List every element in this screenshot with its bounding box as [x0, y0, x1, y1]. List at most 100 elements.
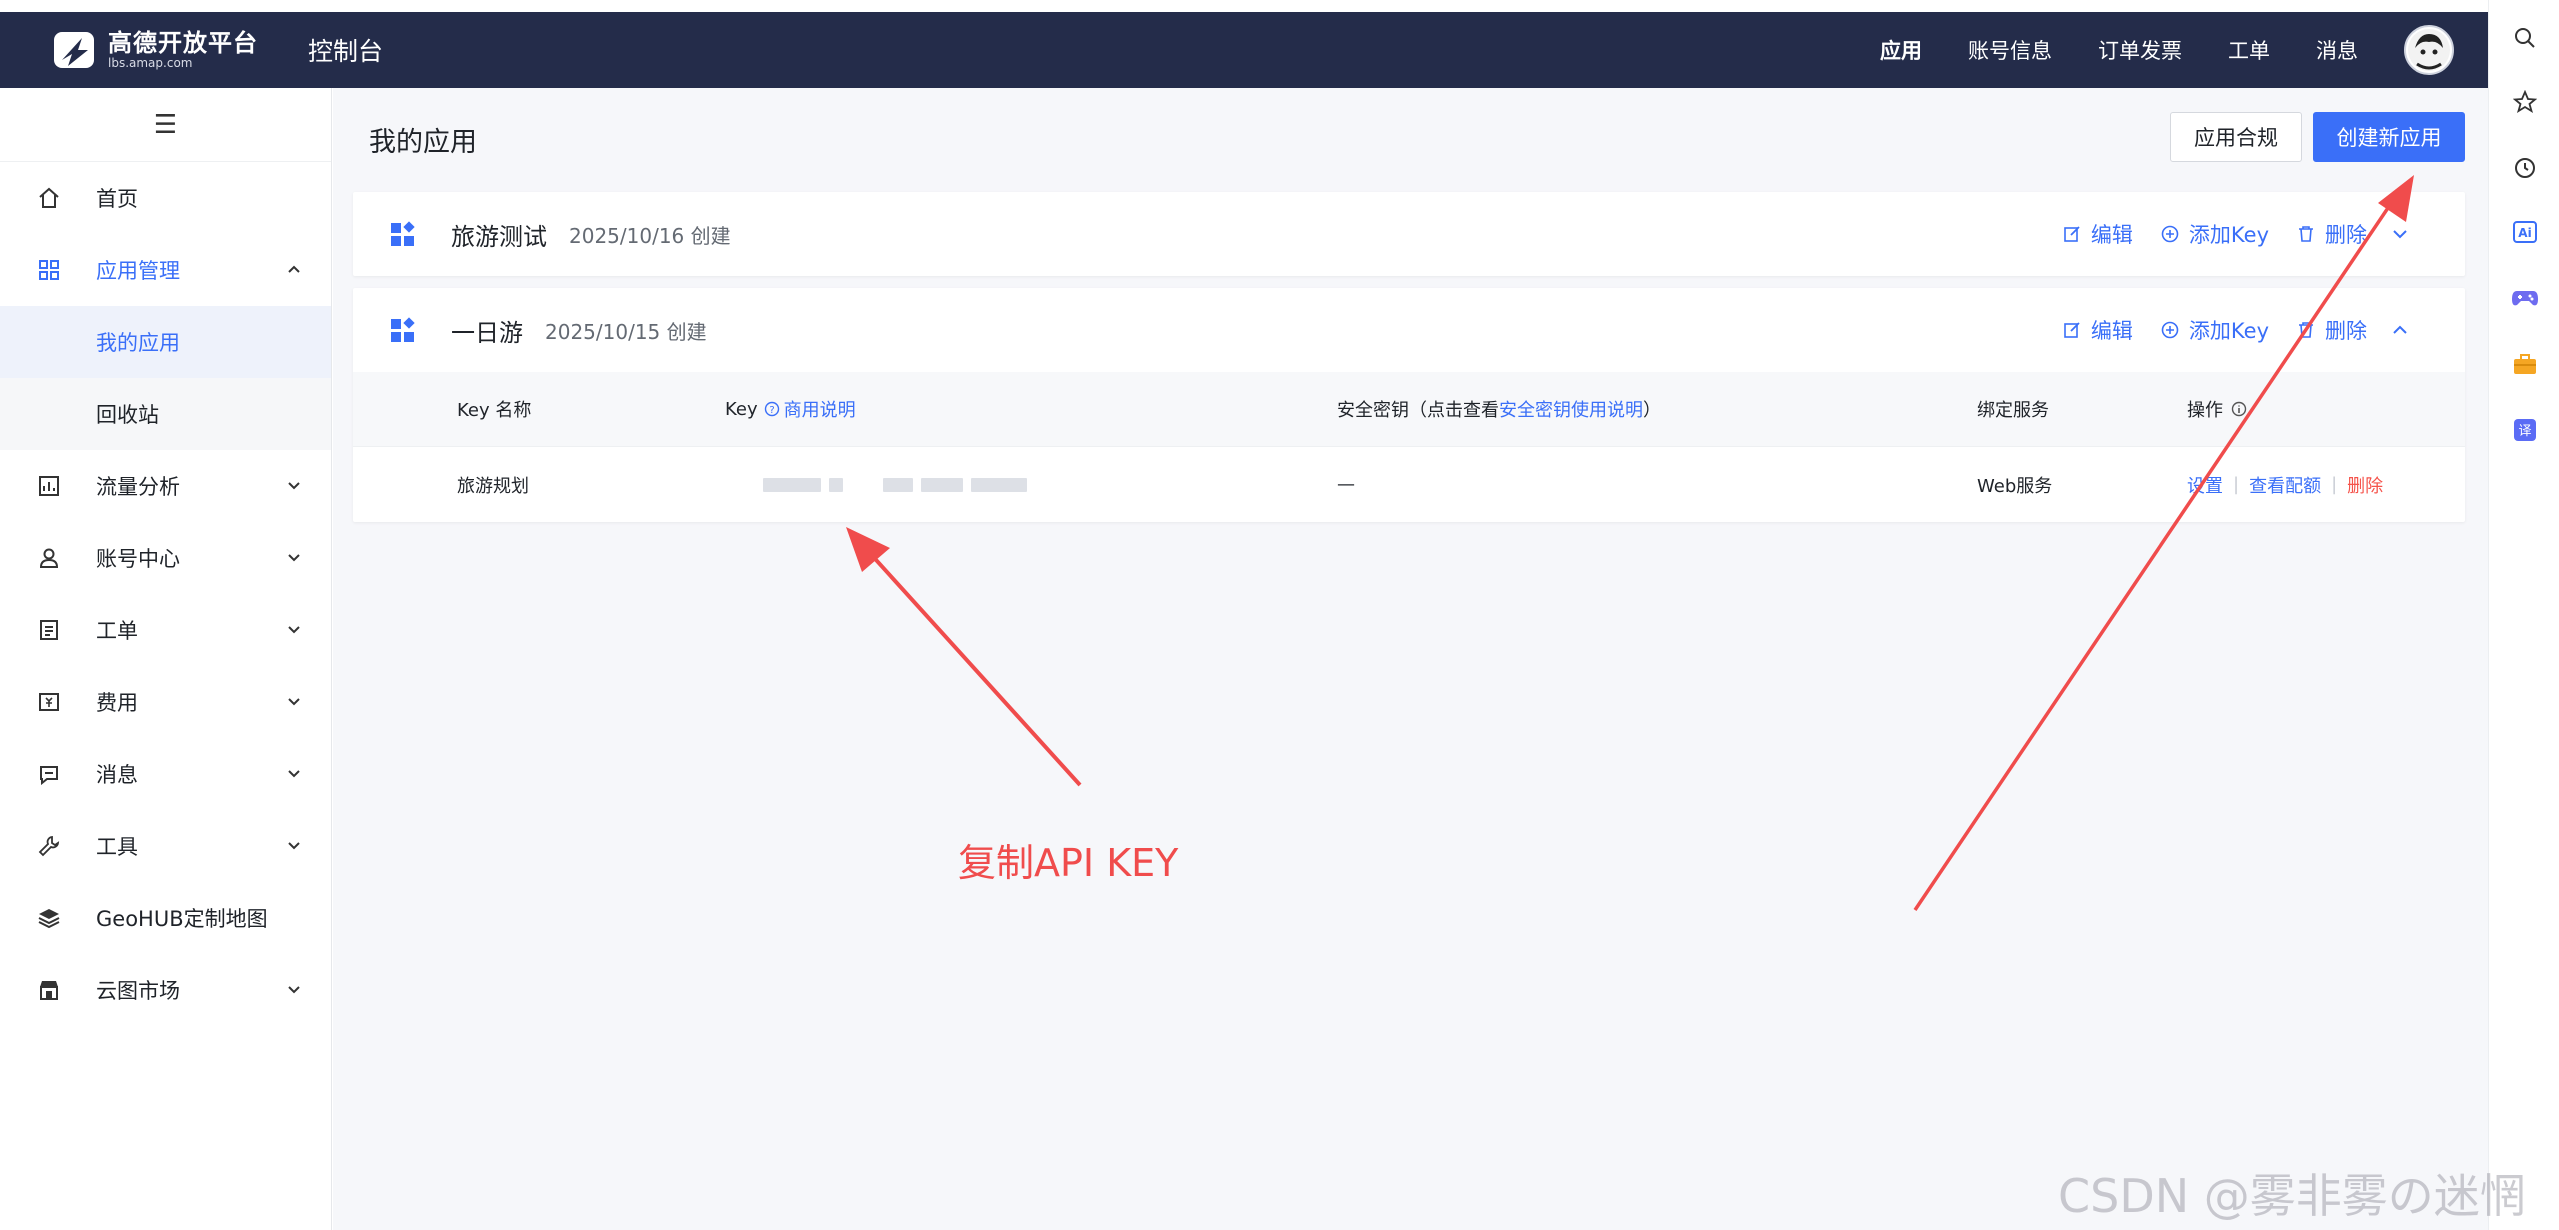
help-circle-icon: ? [764, 401, 779, 417]
chart-icon [36, 473, 62, 499]
sidebar-item-label: 首页 [96, 187, 138, 211]
sidebar-item-tools[interactable]: 工具 [0, 810, 331, 882]
row-operations: 设置 | 查看配额 | 删除 [2187, 472, 2383, 498]
sidebar-item-billing[interactable]: 费用 [0, 666, 331, 738]
chevron-down-icon [288, 986, 300, 994]
edit-app-button[interactable]: 编辑 [2063, 315, 2133, 345]
add-key-button[interactable]: 添加Key [2161, 219, 2269, 249]
edit-icon [2064, 322, 2080, 338]
app-created-date: 2025/10/15 创建 [545, 319, 707, 344]
layers-icon [36, 905, 62, 931]
app-grid-icon [391, 317, 415, 342]
edit-app-button[interactable]: 编辑 [2063, 219, 2133, 249]
chevron-down-icon[interactable] [2389, 223, 2411, 245]
sidebar-item-geohub[interactable]: GeoHUB定制地图 [0, 882, 331, 954]
ticket-icon [36, 617, 62, 643]
chevron-up-icon[interactable] [2389, 319, 2411, 341]
settings-link[interactable]: 设置 [2187, 472, 2223, 498]
sidebar-item-label: 消息 [96, 763, 138, 787]
table-row: 旅游规划 — Web服务 设置 | 查看配额 | 删除 [353, 446, 2465, 522]
translate-icon[interactable]: 译 [2511, 416, 2539, 444]
browser-side-toolbar: Ai 译 [2488, 0, 2559, 1230]
key-table: Key 名称 Key ? 商用说明 安全密钥（点击查看 安全密钥使用说明） 绑定服… [353, 372, 2465, 522]
page-title: 我的应用 [369, 127, 477, 158]
search-icon[interactable] [2511, 24, 2539, 52]
top-navbar: 高德开放平台 lbs.amap.com 控制台 应用 账号信息 订单发票 工单 … [0, 12, 2488, 88]
toolbox-icon[interactable] [2511, 350, 2539, 378]
chevron-down-icon [288, 626, 300, 634]
sidebar-subitem-my-apps[interactable]: 我的应用 [0, 306, 331, 378]
topnav-tickets[interactable]: 工单 [2228, 35, 2270, 65]
sidebar-item-messages[interactable]: 消息 [0, 738, 331, 810]
topnav-orders[interactable]: 订单发票 [2098, 35, 2182, 65]
sidebar-item-label: 账号中心 [96, 547, 180, 571]
menu-toggle-icon[interactable]: ☰ [0, 88, 331, 162]
sidebar-item-label: 费用 [96, 691, 138, 715]
console-title[interactable]: 控制台 [308, 32, 383, 68]
wrench-icon [36, 833, 62, 859]
topnav-messages[interactable]: 消息 [2316, 35, 2358, 65]
app-name: 旅游测试 [451, 222, 547, 251]
delete-app-button[interactable]: 删除 [2297, 315, 2367, 345]
commercial-notice-link[interactable]: 商用说明 [784, 396, 856, 422]
history-clock-icon[interactable] [2511, 154, 2539, 182]
annotation-text: 复制API KEY [958, 841, 1179, 885]
key-name-cell: 旅游规划 [457, 475, 529, 497]
table-header-row: Key 名称 Key ? 商用说明 安全密钥（点击查看 安全密钥使用说明） 绑定服… [353, 372, 2465, 446]
sidebar-item-app-management[interactable]: 应用管理 [0, 234, 331, 306]
topnav-apps[interactable]: 应用 [1880, 35, 1922, 65]
app-name: 一日游 [451, 318, 523, 347]
sidebar-item-traffic[interactable]: 流量分析 [0, 450, 331, 522]
sidebar-item-home[interactable]: 首页 [0, 162, 331, 234]
message-icon [36, 761, 62, 787]
app-compliance-button[interactable]: 应用合规 [2170, 112, 2302, 162]
watermark: CSDN @雾非雾の迷惘 [2058, 1169, 2526, 1223]
app-card: 旅游测试 2025/10/16 创建 编辑 添加Key 删除 [353, 192, 2465, 276]
chevron-down-icon [288, 770, 300, 778]
app-card: 一日游 2025/10/15 创建 编辑 添加Key 删除 Key 名称 Key… [353, 288, 2465, 522]
api-key-value-masked[interactable] [763, 477, 1035, 492]
sidebar-item-account-center[interactable]: 账号中心 [0, 522, 331, 594]
main-content: 我的应用 应用合规 创建新应用 旅游测试 2025/10/16 创建 编辑 添加… [333, 88, 2488, 1230]
brand-subtitle: lbs.amap.com [108, 56, 193, 70]
grid-icon [36, 257, 62, 283]
add-key-button[interactable]: 添加Key [2161, 315, 2269, 345]
amap-logo-icon [52, 26, 100, 74]
header-key: Key ? 商用说明 [725, 396, 856, 422]
home-icon [36, 185, 62, 211]
view-quota-link[interactable]: 查看配额 [2249, 472, 2321, 498]
brand-logo[interactable]: 高德开放平台 lbs.amap.com [52, 26, 258, 74]
secret-guide-link[interactable]: 安全密钥使用说明 [1499, 396, 1643, 422]
secret-cell: — [1337, 474, 1355, 495]
delete-app-button[interactable]: 删除 [2297, 219, 2367, 249]
sidebar: ☰ 首页 应用管理 我的应用 回收站 流量分析 账号中心 工单 费用 消息 工具… [0, 88, 332, 1230]
top-nav-menu: 应用 账号信息 订单发票 工单 消息 [1880, 12, 2488, 88]
star-icon[interactable] [2511, 88, 2539, 116]
sidebar-item-label: 工单 [96, 619, 138, 643]
add-circle-icon [2161, 225, 2179, 243]
chevron-down-icon [288, 554, 300, 562]
user-icon [36, 545, 62, 571]
info-circle-icon[interactable] [2231, 401, 2247, 417]
sidebar-item-label: GeoHUB定制地图 [96, 907, 268, 931]
edit-icon [2064, 226, 2080, 242]
sidebar-subitem-recycle-bin[interactable]: 回收站 [0, 378, 331, 450]
ai-assistant-icon[interactable]: Ai [2511, 218, 2539, 246]
sidebar-item-tickets[interactable]: 工单 [0, 594, 331, 666]
add-circle-icon [2161, 321, 2179, 339]
user-avatar[interactable] [2404, 25, 2454, 75]
app-created-date: 2025/10/16 创建 [569, 223, 731, 248]
app-root: 高德开放平台 lbs.amap.com 控制台 应用 账号信息 订单发票 工单 … [0, 0, 2559, 1230]
delete-key-link[interactable]: 删除 [2347, 472, 2383, 498]
trash-icon [2299, 322, 2313, 338]
create-app-button[interactable]: 创建新应用 [2313, 112, 2465, 162]
topnav-account[interactable]: 账号信息 [1968, 35, 2052, 65]
header-key-name: Key 名称 [457, 400, 532, 421]
money-icon [36, 689, 62, 715]
sidebar-item-cloud-market[interactable]: 云图市场 [0, 954, 331, 1026]
svg-text:译: 译 [2518, 424, 2531, 439]
chevron-down-icon [288, 842, 300, 850]
gamepad-icon[interactable] [2511, 284, 2539, 312]
chevron-up-icon [288, 265, 300, 273]
svg-text:?: ? [769, 405, 774, 416]
